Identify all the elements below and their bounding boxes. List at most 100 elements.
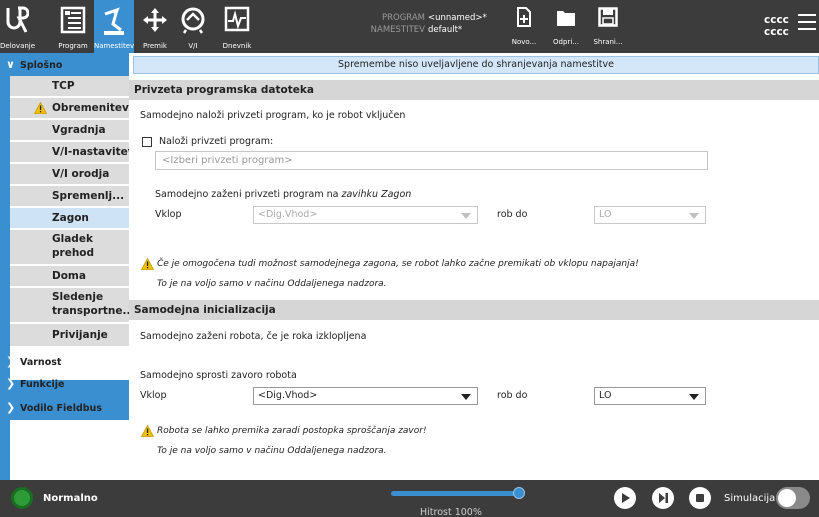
chevron-down-icon: ∨	[6, 58, 15, 71]
ur-logo-icon	[6, 6, 29, 33]
new-file-icon	[517, 7, 531, 27]
new-label: Novo...	[511, 38, 537, 46]
nav-label: Delovanje	[0, 42, 36, 50]
auto-start-robot-description: Samodejno zaženi robota, če je roka izkl…	[140, 331, 367, 342]
sidebar-item-label: Sledenje	[52, 291, 104, 303]
brake-edge-select[interactable]: LO	[594, 387, 706, 405]
dropdown-arrow-icon	[689, 394, 699, 400]
chevron-right-icon: ❯	[6, 377, 16, 390]
log-icon	[224, 6, 250, 32]
nav-label: Program	[58, 42, 88, 50]
main-content: Spremembe niso uveljavljene do shranjeva…	[129, 53, 819, 480]
robot-status-indicator[interactable]	[11, 487, 33, 509]
move-icon	[143, 8, 167, 32]
brake-release-warning: Robota se lahko premika zaradi postopka …	[157, 426, 427, 436]
load-default-program-checkbox[interactable]	[142, 137, 152, 147]
sidebar-item-doma[interactable]: Doma	[10, 266, 129, 286]
sidebar-item-label: Doma	[52, 270, 86, 282]
unsaved-notice: Spremembe niso uveljavljene do shranjeva…	[133, 56, 819, 74]
chevron-right-icon: ❯	[6, 355, 16, 368]
installation-icon	[104, 7, 124, 35]
open-button[interactable]: Odpri...	[552, 0, 580, 53]
group-label: Splošno	[20, 60, 63, 71]
sidebar-item-label: Vgradnja	[52, 124, 106, 136]
io-icon	[181, 7, 205, 34]
sidebar-item-label-2: transportne...	[52, 305, 135, 317]
new-button[interactable]: Novo...	[509, 0, 539, 53]
sidebar-item-spremenljivke[interactable]: Spremenlj...	[10, 186, 129, 206]
program-info: PROGRAM <unnamed>* NAMESTITEV default*	[355, 12, 505, 36]
sidebar-item-vgradnja[interactable]: Vgradnja	[10, 120, 129, 140]
nav-program[interactable]: Program	[55, 0, 91, 53]
nav-delovanje[interactable]: Delovanje	[0, 0, 36, 53]
sidebar-item-tcp[interactable]: TCP	[10, 76, 129, 96]
top-header-bar: Delovanje Program Namestitev Premik V/I …	[0, 0, 819, 53]
sidebar-group-funkcije[interactable]: ❯ Funkcije	[0, 375, 129, 395]
sidebar-item-obremenitev[interactable]: Obremenitev	[10, 98, 129, 118]
default-program-field[interactable]: <Izberi privzeti program>	[155, 151, 708, 170]
brake-digital-input-select[interactable]: <Dig.Vhod>	[253, 387, 478, 405]
sidebar-item-label: Spremenlj...	[52, 190, 125, 202]
nav-vi[interactable]: V/I	[176, 0, 210, 53]
speed-label: Hitrost 100%	[420, 507, 482, 517]
user-info[interactable]: cccc cccc	[764, 14, 789, 38]
section-default-program-title: Privzeta programska datoteka	[129, 80, 819, 100]
sidebar-item-gladek-prehod[interactable]: Gladek prehod	[10, 230, 129, 264]
sidebar-item-vi-nastavitev[interactable]: V/I-nastavitev	[10, 142, 135, 162]
sidebar-item-label: Privijanje	[52, 329, 108, 341]
speed-slider-handle[interactable]	[513, 487, 525, 499]
speed-slider-track[interactable]	[391, 491, 519, 496]
play-button[interactable]	[614, 487, 636, 509]
nav-label: V/I	[188, 42, 198, 50]
nav-dnevnik[interactable]: Dnevnik	[219, 0, 255, 53]
menu-icon[interactable]	[798, 14, 816, 30]
step-button[interactable]	[652, 487, 674, 509]
select-value: <Dig.Vhod>	[258, 209, 318, 220]
section-auto-init-title: Samodejna inicializacija	[129, 300, 819, 320]
select-value: LO	[599, 209, 612, 220]
robot-status-label: Normalno	[43, 493, 98, 504]
sidebar-item-zagon[interactable]: Zagon	[10, 208, 129, 228]
warning-icon	[34, 102, 47, 114]
save-button[interactable]: Shrani...	[593, 0, 623, 53]
sidebar-item-label: Gladek	[52, 233, 93, 245]
program-icon	[60, 6, 86, 34]
sidebar-item-label: TCP	[52, 80, 75, 92]
app-window: Delovanje Program Namestitev Premik V/I …	[0, 0, 819, 517]
nav-namestitev[interactable]: Namestitev	[94, 0, 134, 53]
group-label: Varnost	[20, 357, 62, 368]
remote-control-note: To je na voljo samo v načinu Oddaljenega…	[157, 279, 387, 289]
nav-premik[interactable]: Premik	[138, 0, 172, 53]
step-icon	[659, 493, 668, 503]
remote-control-note: To je na voljo samo v načinu Oddaljenega…	[157, 446, 387, 456]
sidebar-item-sledenje[interactable]: Sledenje transportne...	[10, 288, 135, 322]
simulation-label: Simulacija	[724, 493, 776, 504]
stop-button[interactable]	[689, 487, 711, 509]
sidebar-item-label-2: prehod	[52, 247, 95, 259]
chevron-right-icon: ❯	[6, 401, 16, 414]
nav-label: Dnevnik	[222, 42, 252, 50]
simulation-toggle[interactable]	[776, 487, 810, 509]
open-label: Odpri...	[553, 38, 579, 46]
warning-icon	[141, 258, 154, 270]
sidebar-subitems: TCP Obremenitev Vgradnja V/I-nastavitev …	[10, 76, 135, 380]
sidebar-group-splosno[interactable]: ∨ Splošno	[0, 56, 129, 76]
auto-load-description: Samodejno naloži privzeti program, ko je…	[140, 110, 406, 121]
edge-select[interactable]: LO	[594, 206, 706, 224]
group-label: Vodilo Fieldbus	[20, 403, 102, 414]
sidebar-item-label: V/I-nastavitev	[52, 146, 135, 158]
sidebar-item-label: Zagon	[52, 212, 89, 224]
sidebar-item-label: V/I orodja	[52, 168, 110, 180]
sidebar-group-varnost[interactable]: ❯ Varnost	[0, 353, 129, 373]
sidebar: ∨ Splošno TCP Obremenitev Vgradnja V/I-n…	[0, 53, 135, 480]
play-icon	[622, 493, 630, 503]
sidebar-group-fieldbus[interactable]: ❯ Vodilo Fieldbus	[0, 399, 129, 419]
sidebar-item-privijanje[interactable]: Privijanje	[10, 324, 129, 346]
input-label: Vklop	[140, 390, 167, 401]
sidebar-item-vi-orodja[interactable]: V/I orodja	[10, 164, 129, 184]
auto-start-description: Samodejno zaženi privzeti program na zav…	[155, 189, 411, 200]
select-value: LO	[599, 390, 612, 401]
edge-label: rob do	[497, 390, 528, 401]
sidebar-filler	[10, 420, 129, 480]
digital-input-select[interactable]: <Dig.Vhod>	[253, 206, 478, 224]
